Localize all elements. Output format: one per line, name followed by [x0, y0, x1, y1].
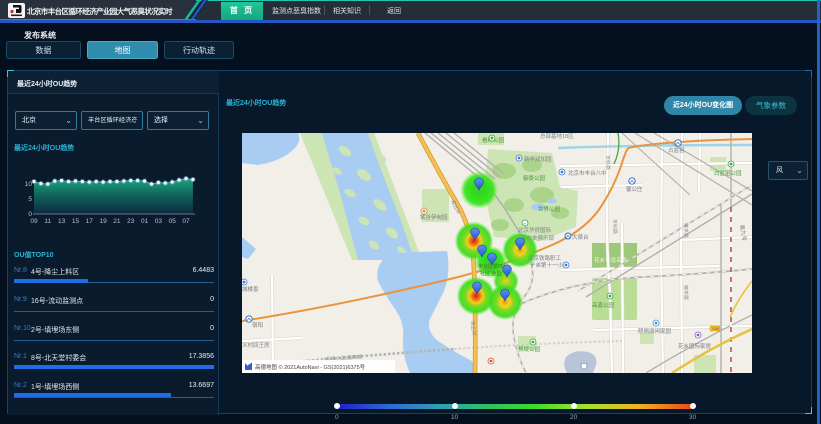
svg-text:丰科路: 丰科路 — [604, 155, 612, 170]
svg-text:19: 19 — [99, 218, 107, 225]
svg-text:馨公庄: 馨公庄 — [626, 185, 643, 193]
svg-text:高尔夫俱乐部: 高尔夫俱乐部 — [521, 234, 555, 242]
svg-text:21: 21 — [113, 218, 121, 225]
svg-text:新华双加园: 新华双加园 — [524, 155, 552, 163]
svg-text:10: 10 — [25, 181, 33, 188]
svg-text:花乡国际家居: 花乡国际家居 — [678, 342, 712, 350]
svg-text:高德地图 © 2021AutoNavi - GS(2021): 高德地图 © 2021AutoNavi - GS(2021)6375号 — [255, 363, 366, 371]
svg-text:5: 5 — [28, 196, 32, 203]
svg-text:樊羊路: 樊羊路 — [682, 285, 690, 300]
svg-text:北京华侨国际: 北京华侨国际 — [518, 226, 552, 234]
svg-text:17: 17 — [86, 218, 94, 225]
svg-text:世界公园: 世界公园 — [538, 205, 561, 213]
svg-text:樊羊路: 樊羊路 — [682, 223, 690, 238]
svg-text:总部基地18区: 总部基地18区 — [540, 133, 574, 140]
svg-text:01: 01 — [141, 218, 149, 225]
svg-text:御景公园: 御景公园 — [523, 174, 546, 182]
svg-text:03: 03 — [155, 218, 163, 225]
svg-text:占盆窑: 占盆窑 — [668, 146, 685, 154]
svg-text:熙佩康闲家园: 熙佩康闲家园 — [638, 327, 672, 335]
svg-text:11: 11 — [44, 218, 51, 225]
svg-text:13: 13 — [58, 218, 66, 225]
svg-text:北京铁路职工: 北京铁路职工 — [528, 254, 562, 262]
svg-text:23: 23 — [127, 218, 135, 225]
svg-text:0: 0 — [28, 211, 32, 218]
svg-text:07: 07 — [182, 218, 190, 225]
svg-text:城楼香: 城楼香 — [242, 285, 259, 293]
svg-text:宿阳: 宿阳 — [252, 321, 263, 329]
svg-text:05: 05 — [169, 218, 177, 225]
svg-text:丰科路: 丰科路 — [611, 219, 619, 234]
svg-text:花乡世茂名居: 花乡世茂名居 — [594, 256, 628, 264]
svg-text:G08: G08 — [712, 327, 719, 331]
svg-text:白盆窑公园: 白盆窑公园 — [714, 169, 742, 177]
svg-text:09: 09 — [30, 218, 38, 225]
svg-text:15: 15 — [72, 218, 80, 225]
svg-text:义村回王房: 义村回王房 — [242, 341, 270, 349]
svg-text:大葆台: 大葆台 — [572, 233, 589, 241]
svg-text:北京市丰台八中: 北京市丰台八中 — [568, 169, 607, 177]
svg-text:南五环: 南五环 — [469, 321, 477, 337]
svg-text:社区“业园: 社区“业园 — [480, 270, 502, 277]
svg-text:预堤公园: 预堤公园 — [518, 345, 541, 353]
svg-text:高鑫公园: 高鑫公园 — [592, 301, 615, 309]
